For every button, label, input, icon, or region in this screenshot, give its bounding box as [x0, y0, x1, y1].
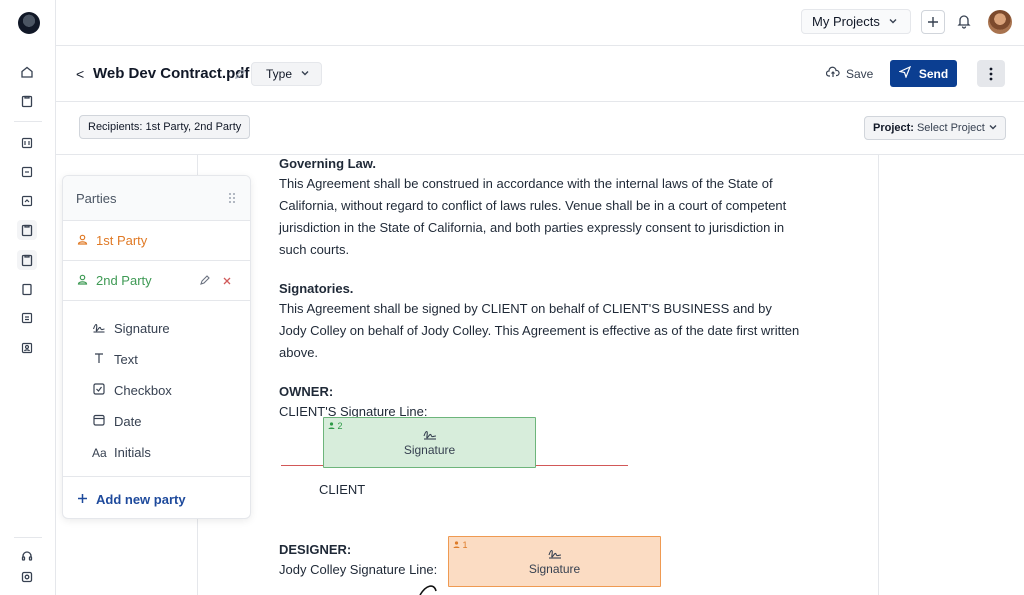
- template-icon[interactable]: [17, 133, 37, 153]
- signature-icon: [547, 547, 563, 562]
- field-label: Initials: [114, 445, 151, 460]
- field-checkbox[interactable]: Checkbox: [63, 375, 250, 406]
- project-selector[interactable]: Project: Select Project: [864, 116, 1006, 140]
- field-date[interactable]: Date: [63, 406, 250, 437]
- signature-field-label: Signature: [528, 562, 581, 576]
- home-icon[interactable]: [17, 62, 37, 82]
- document-page: Governing Law. This Agreement shall be c…: [279, 155, 809, 581]
- signatories-body: This Agreement shall be signed by CLIENT…: [279, 301, 800, 360]
- send-button[interactable]: Send: [890, 60, 957, 87]
- create-new-button[interactable]: [921, 10, 945, 34]
- field-label: Text: [114, 352, 138, 367]
- save-button[interactable]: Save: [825, 66, 874, 81]
- project-prefix: Project:: [873, 122, 914, 134]
- calendar-icon: [92, 414, 106, 429]
- contract-icon[interactable]: [17, 191, 37, 211]
- owner-heading: OWNER:: [279, 384, 334, 399]
- top-bar: My Projects: [56, 0, 1024, 46]
- chevron-down-icon: [300, 67, 310, 81]
- clipboard-icon[interactable]: [17, 91, 37, 111]
- clipboard-list-icon[interactable]: [17, 220, 37, 240]
- field-label: Checkbox: [114, 383, 172, 398]
- clipboard-check-icon[interactable]: [17, 250, 37, 270]
- checkbox-icon: [92, 383, 106, 398]
- save-label: Save: [846, 66, 874, 81]
- my-projects-label: My Projects: [812, 14, 880, 29]
- field-signature[interactable]: Signature: [63, 313, 250, 344]
- type-label: Type: [266, 67, 293, 81]
- document-header: < Web Dev Contract.pdf Type Save Send: [56, 46, 1024, 102]
- field-type-list: Signature Text Checkbox Date Aa Initials: [63, 301, 250, 468]
- pencil-icon[interactable]: [234, 67, 245, 85]
- chevron-down-icon: [888, 14, 898, 29]
- plus-icon: [77, 492, 88, 507]
- field-label: Date: [114, 414, 142, 429]
- add-new-party-button[interactable]: Add new party: [77, 492, 186, 507]
- governing-law-body: This Agreement shall be construed in acc…: [279, 176, 787, 257]
- user-icon: [77, 273, 88, 288]
- parties-panel-header: Parties: [63, 176, 250, 221]
- left-nav-rail: [0, 0, 56, 595]
- send-label: Send: [918, 66, 949, 81]
- party-tag-1: 1: [453, 540, 468, 550]
- cloud-upload-icon: [825, 66, 840, 81]
- initials-icon: Aa: [92, 445, 107, 460]
- more-options-button[interactable]: [977, 60, 1005, 87]
- add-new-party-label: Add new party: [96, 492, 186, 507]
- document-title: Web Dev Contract.pdf: [93, 65, 250, 82]
- party-name: 1st Party: [96, 233, 148, 248]
- party-name: 2nd Party: [96, 273, 152, 288]
- rail-divider: [14, 121, 42, 122]
- signatories-heading: Signatories.: [279, 281, 354, 296]
- panel-divider: [63, 476, 250, 477]
- recipients-bar: Recipients: 1st Party, 2nd Party Project…: [56, 102, 1024, 155]
- handwritten-signature-stroke: [419, 585, 437, 595]
- signature-field-label: Signature: [403, 443, 456, 457]
- party-item-2nd[interactable]: 2nd Party: [63, 261, 250, 301]
- field-initials[interactable]: Aa Initials: [63, 437, 250, 468]
- type-dropdown[interactable]: Type: [251, 62, 322, 86]
- signature-field-1st-party[interactable]: 1 Signature: [448, 536, 661, 587]
- id-card-icon[interactable]: [17, 308, 37, 328]
- workspace-avatar[interactable]: [18, 12, 40, 34]
- client-label: CLIENT: [319, 482, 366, 497]
- drag-handle-icon[interactable]: [228, 192, 236, 204]
- text-icon: [92, 352, 106, 367]
- signature-icon: [92, 321, 106, 336]
- my-projects-dropdown[interactable]: My Projects: [801, 9, 911, 34]
- settings-icon[interactable]: [17, 567, 37, 587]
- recipients-button[interactable]: Recipients: 1st Party, 2nd Party: [79, 115, 251, 139]
- field-label: Signature: [114, 321, 170, 336]
- book-icon[interactable]: [17, 279, 37, 299]
- delete-party-icon[interactable]: [222, 274, 232, 289]
- bell-icon[interactable]: [956, 13, 974, 31]
- chevron-down-icon: [988, 122, 998, 135]
- parties-title: Parties: [76, 190, 117, 206]
- headset-icon[interactable]: [17, 546, 37, 566]
- governing-law-heading: Governing Law.: [279, 156, 377, 171]
- back-button[interactable]: <: [76, 66, 84, 82]
- party-tag-2: 2: [328, 421, 343, 431]
- edit-party-icon[interactable]: [199, 274, 210, 289]
- signature-icon: [422, 428, 438, 443]
- project-value: Select Project: [916, 122, 985, 134]
- page-edge-right: [878, 155, 879, 595]
- party-item-1st[interactable]: 1st Party: [63, 221, 250, 261]
- signature-field-2nd-party[interactable]: 2 Signature: [323, 417, 536, 468]
- user-icon: [77, 233, 88, 248]
- user-card-icon[interactable]: [17, 338, 37, 358]
- parties-panel: Parties 1st Party 2nd Party Signature Te…: [62, 175, 251, 519]
- send-icon: [897, 65, 911, 81]
- rail-divider-bottom: [14, 537, 42, 538]
- document-icon[interactable]: [17, 162, 37, 182]
- field-text[interactable]: Text: [63, 344, 250, 375]
- user-avatar[interactable]: [988, 10, 1012, 34]
